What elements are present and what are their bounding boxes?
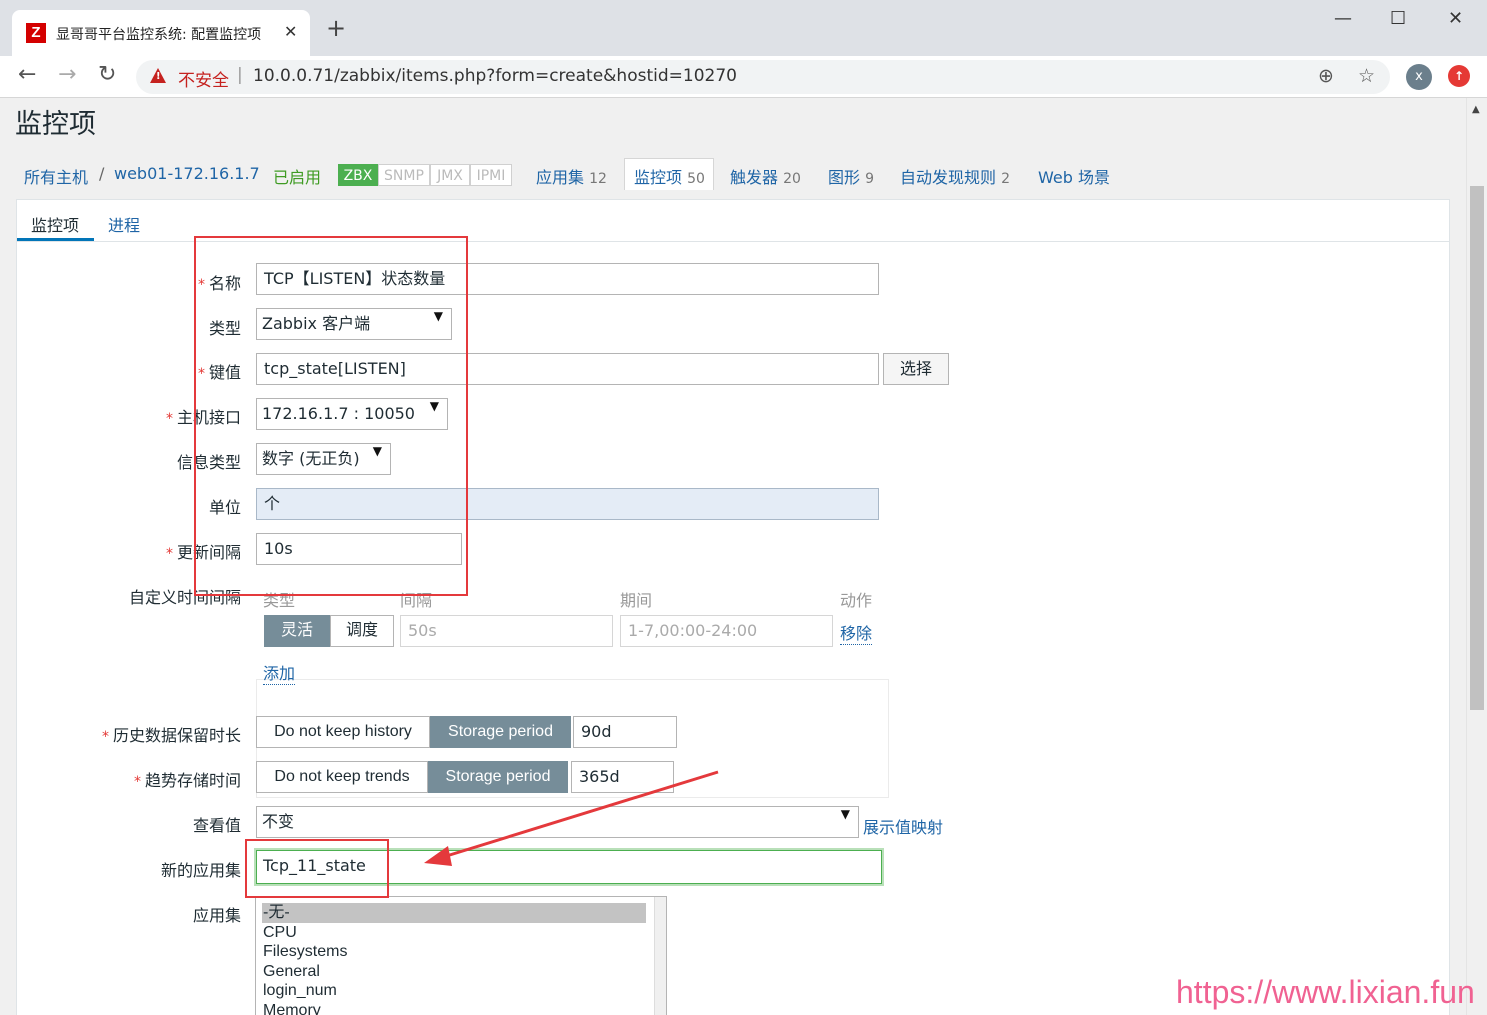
browser-tab-strip: Z 显哥哥平台监控系统: 配置监控项 ✕ + — ☐ ✕ — [0, 0, 1487, 56]
watermark: https://www.lixian.fun — [1176, 974, 1475, 1010]
show-value-mappings-link[interactable]: 展示值映射 — [863, 814, 943, 838]
trends-do-not-keep-button[interactable]: Do not keep trends — [256, 761, 428, 793]
key-select-button[interactable]: 选择 — [883, 353, 949, 385]
forward-icon[interactable]: → — [58, 64, 76, 86]
applications-count: 12 — [589, 171, 607, 187]
history-storage-period-button[interactable]: Storage period — [430, 716, 571, 748]
new-application-label: 新的应用集 — [160, 861, 241, 880]
valuemap-label: 查看值 — [192, 816, 241, 835]
trends-label: * 趋势存储时间 — [133, 771, 241, 790]
reload-icon[interactable]: ↻ — [98, 64, 116, 86]
graphs-label: 图形 — [828, 168, 861, 187]
zoom-icon[interactable]: ⊕ — [1318, 65, 1334, 87]
star-icon[interactable]: ☆ — [1358, 65, 1375, 87]
applications-label: 应用集 — [536, 168, 585, 187]
host-status[interactable]: 已启用 — [273, 164, 321, 188]
list-item[interactable]: CPU — [256, 923, 646, 943]
minimize-button[interactable]: — — [1334, 8, 1352, 29]
triggers-count: 20 — [783, 171, 801, 187]
triggers-label: 触发器 — [730, 168, 779, 187]
annotation-box-new-application — [245, 839, 389, 898]
breadcrumb-discovery[interactable]: 自动发现规则 2 — [900, 164, 1010, 188]
close-window-button[interactable]: ✕ — [1448, 8, 1463, 29]
address-bar[interactable]: 不安全 | 10.0.0.71/zabbix/items.php?form=cr… — [136, 60, 1390, 94]
breadcrumb-triggers[interactable]: 触发器 20 — [730, 164, 801, 188]
history-do-not-keep-button[interactable]: Do not keep history — [256, 716, 430, 748]
add-interval-link[interactable]: 添加 — [263, 660, 296, 685]
breadcrumb-separator: / — [99, 164, 105, 183]
custom-header-action: 动作 — [840, 591, 873, 610]
new-tab-button[interactable]: + — [326, 16, 346, 40]
tab-item[interactable]: 监控项 — [31, 212, 79, 236]
listbox-scrollbar[interactable] — [654, 897, 666, 1015]
list-item[interactable]: Memory — [256, 1001, 646, 1015]
address-separator: | — [237, 65, 243, 85]
history-label: * 历史数据保留时长 — [101, 726, 241, 745]
custom-header-period: 期间 — [620, 591, 653, 610]
valuemap-select[interactable]: 不变 ▼ — [256, 806, 859, 838]
browser-toolbar: ← → ↻ 不安全 | 10.0.0.71/zabbix/items.php?f… — [0, 56, 1487, 98]
list-item[interactable]: General — [256, 962, 646, 982]
history-period-input[interactable]: 90d — [573, 716, 677, 748]
zabbix-favicon-icon: Z — [26, 23, 46, 43]
warning-icon — [150, 68, 166, 83]
list-item[interactable]: -无- — [262, 903, 646, 923]
availability-snmp-badge: SNMP — [378, 164, 430, 186]
availability-ipmi-badge: IPMI — [470, 164, 512, 186]
valuemap-select-value: 不变 — [262, 812, 295, 831]
applications-label: 应用集 — [192, 906, 241, 925]
extension-icon[interactable]: ↑ — [1448, 65, 1470, 87]
availability-zbx-badge: ZBX — [338, 164, 378, 186]
remove-interval-link[interactable]: 移除 — [840, 620, 873, 645]
list-item[interactable]: login_num — [256, 981, 646, 1001]
scroll-thumb[interactable] — [1470, 186, 1484, 710]
breadcrumb-applications[interactable]: 应用集 12 — [536, 164, 607, 188]
trends-storage-period-button[interactable]: Storage period — [428, 761, 568, 793]
breadcrumb: 所有主机 / web01-172.16.1.7 已启用 ZBX SNMP JMX… — [0, 158, 1200, 190]
page-title: 监控项 — [15, 109, 96, 140]
applications-listbox[interactable]: -无- CPU Filesystems General login_num Me… — [255, 896, 667, 1015]
availability-jmx-badge: JMX — [430, 164, 470, 186]
breadcrumb-web-scenarios[interactable]: Web 场景 — [1038, 164, 1110, 188]
profile-avatar[interactable]: x — [1406, 64, 1432, 90]
mode-flexible-button[interactable]: 灵活 — [264, 615, 330, 647]
page-scrollbar[interactable]: ▲ — [1466, 98, 1487, 1015]
breadcrumb-all-hosts[interactable]: 所有主机 — [24, 164, 88, 188]
back-icon[interactable]: ← — [18, 64, 36, 86]
tab-close-icon[interactable]: ✕ — [284, 22, 297, 41]
items-label: 监控项 — [634, 168, 683, 187]
items-count: 50 — [687, 171, 705, 187]
breadcrumb-host[interactable]: web01-172.16.1.7 — [114, 164, 260, 183]
browser-tab[interactable]: Z 显哥哥平台监控系统: 配置监控项 ✕ — [12, 10, 310, 56]
active-tab-indicator — [17, 238, 94, 241]
breadcrumb-graphs[interactable]: 图形 9 — [828, 164, 874, 188]
annotation-box-basic-fields — [194, 236, 468, 596]
scroll-up-icon[interactable]: ▲ — [1472, 104, 1480, 115]
graphs-count: 9 — [865, 171, 875, 187]
tab-preprocessing[interactable]: 进程 — [108, 212, 140, 236]
list-item[interactable]: Filesystems — [256, 942, 646, 962]
discovery-count: 2 — [1001, 171, 1011, 187]
chevron-down-icon: ▼ — [840, 807, 850, 821]
trends-period-input[interactable]: 365d — [571, 761, 674, 793]
tab-title: 显哥哥平台监控系统: 配置监控项 — [56, 27, 262, 43]
security-label[interactable]: 不安全 — [178, 66, 229, 91]
custom-interval-input[interactable]: 50s — [400, 615, 613, 647]
maximize-button[interactable]: ☐ — [1390, 8, 1406, 29]
url-text[interactable]: 10.0.0.71/zabbix/items.php?form=create&h… — [253, 66, 737, 86]
mode-scheduling-button[interactable]: 调度 — [330, 615, 394, 647]
breadcrumb-items[interactable]: 监控项 50 — [634, 164, 705, 188]
custom-period-input[interactable]: 1-7,00:00-24:00 — [620, 615, 833, 647]
discovery-label: 自动发现规则 — [900, 168, 997, 187]
